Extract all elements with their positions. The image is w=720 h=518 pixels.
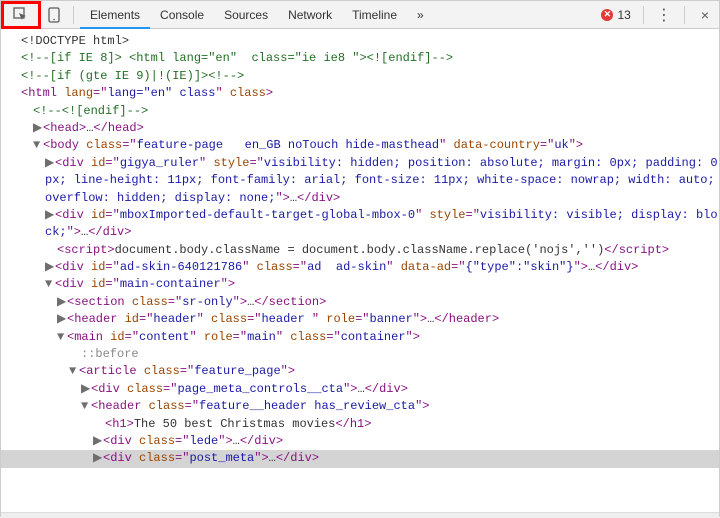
tab-timeline[interactable]: Timeline xyxy=(342,1,407,29)
post-meta-div[interactable]: ▶<div class="post_meta">…</div> xyxy=(1,450,719,467)
endif-comment[interactable]: <!--<![endif]--> xyxy=(1,103,719,120)
main-container-div[interactable]: ▼<div id="main-container"> xyxy=(1,276,719,293)
toolbar-divider xyxy=(643,6,644,24)
devtools-toolbar: Elements Console Sources Network Timelin… xyxy=(1,1,719,29)
html-open[interactable]: <html lang="lang="en" class" class> xyxy=(1,85,719,102)
gigya-div[interactable]: ▶<div id="gigya_ruler" style="visibility… xyxy=(1,155,719,207)
sr-only-section[interactable]: ▶<section class="sr-only">…</section> xyxy=(1,294,719,311)
device-toggle-button[interactable] xyxy=(41,2,67,28)
dom-tree-panel[interactable]: <!DOCTYPE html> <!--[if IE 8]> <html lan… xyxy=(1,29,719,512)
feature-header[interactable]: ▼<header class="feature__header has_revi… xyxy=(1,398,719,415)
header-element[interactable]: ▶<header id="header" class="header " rol… xyxy=(1,311,719,328)
article-element[interactable]: ▼<article class="feature_page"> xyxy=(1,363,719,380)
error-count: 13 xyxy=(617,8,630,22)
breadcrumb-bar[interactable] xyxy=(1,512,719,518)
ie8-comment[interactable]: <!--[if IE 8]> <html lang="en" class="ie… xyxy=(1,50,719,67)
tab-console[interactable]: Console xyxy=(150,1,214,29)
kebab-menu-icon[interactable]: ⋮ xyxy=(650,5,678,25)
tabs-overflow[interactable]: » xyxy=(407,1,434,29)
device-icon xyxy=(48,7,60,23)
h1-element[interactable]: <h1>The 50 best Christmas movies</h1> xyxy=(1,416,719,433)
toolbar-divider xyxy=(684,6,685,24)
inspect-element-button[interactable] xyxy=(8,2,34,28)
cursor-box-icon xyxy=(13,7,29,23)
head-node[interactable]: ▶<head>…</head> xyxy=(1,120,719,137)
error-icon: ✕ xyxy=(601,9,613,21)
tab-network[interactable]: Network xyxy=(278,1,342,29)
ie9-comment[interactable]: <!--[if (gte IE 9)|!(IE)]><!--> xyxy=(1,68,719,85)
inspect-icon-highlight xyxy=(1,1,41,29)
main-element[interactable]: ▼<main id="content" role="main" class="c… xyxy=(1,329,719,346)
script-node[interactable]: <script>document.body.className = docume… xyxy=(1,242,719,259)
close-button[interactable]: × xyxy=(691,7,719,23)
tab-elements[interactable]: Elements xyxy=(80,1,150,29)
page-meta-div[interactable]: ▶<div class="page_meta_controls__cta">…<… xyxy=(1,381,719,398)
body-open[interactable]: ▼<body class="feature-page en_GB noTouch… xyxy=(1,137,719,154)
adskin-div[interactable]: ▶<div id="ad-skin-640121786" class="ad a… xyxy=(1,259,719,276)
error-badge[interactable]: ✕ 13 xyxy=(601,8,630,22)
doctype[interactable]: <!DOCTYPE html> xyxy=(1,33,719,50)
lede-div[interactable]: ▶<div class="lede">…</div> xyxy=(1,433,719,450)
pseudo-before[interactable]: ::before xyxy=(1,346,719,363)
toolbar-divider xyxy=(73,6,74,24)
mbox-div[interactable]: ▶<div id="mboxImported-default-target-gl… xyxy=(1,207,719,242)
tab-sources[interactable]: Sources xyxy=(214,1,278,29)
